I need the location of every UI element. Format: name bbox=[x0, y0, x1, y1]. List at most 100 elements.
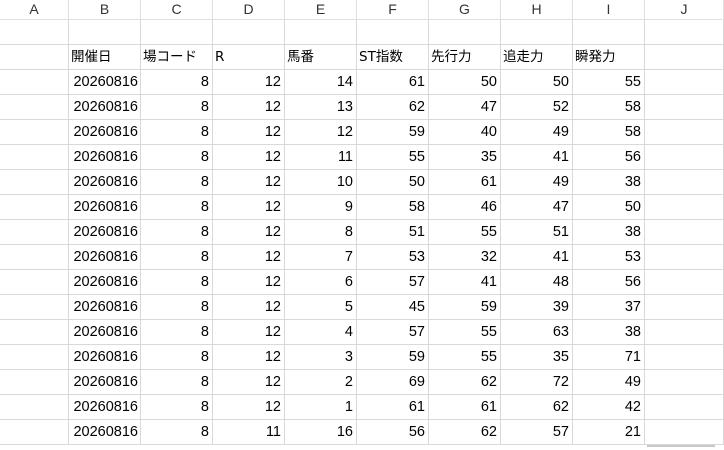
data-cell[interactable]: 38 bbox=[573, 320, 645, 345]
data-cell[interactable]: 57 bbox=[357, 320, 429, 345]
data-cell[interactable]: 47 bbox=[429, 95, 501, 120]
data-cell[interactable]: 11 bbox=[213, 420, 285, 445]
header-cell[interactable]: 先行力 bbox=[429, 45, 501, 70]
grid-cell[interactable] bbox=[0, 420, 69, 445]
data-cell[interactable]: 8 bbox=[141, 145, 213, 170]
data-cell[interactable]: 13 bbox=[285, 95, 357, 120]
data-cell[interactable]: 32 bbox=[429, 245, 501, 270]
grid-cell[interactable] bbox=[501, 20, 573, 45]
data-cell[interactable]: 20260816 bbox=[69, 70, 141, 95]
data-cell[interactable]: 56 bbox=[357, 420, 429, 445]
data-cell[interactable]: 61 bbox=[429, 170, 501, 195]
column-header-b[interactable]: B bbox=[69, 0, 141, 20]
data-cell[interactable]: 59 bbox=[357, 120, 429, 145]
grid-cell[interactable] bbox=[69, 20, 141, 45]
data-cell[interactable]: 72 bbox=[501, 370, 573, 395]
header-cell[interactable]: 開催日 bbox=[69, 45, 141, 70]
data-cell[interactable]: 20260816 bbox=[69, 220, 141, 245]
data-cell[interactable]: 20260816 bbox=[69, 120, 141, 145]
grid-cell[interactable] bbox=[645, 70, 724, 95]
data-cell[interactable]: 62 bbox=[429, 420, 501, 445]
data-cell[interactable]: 2 bbox=[285, 370, 357, 395]
data-cell[interactable]: 8 bbox=[141, 320, 213, 345]
data-cell[interactable]: 61 bbox=[357, 70, 429, 95]
grid-cell[interactable] bbox=[0, 245, 69, 270]
data-cell[interactable]: 20260816 bbox=[69, 195, 141, 220]
data-cell[interactable]: 20260816 bbox=[69, 170, 141, 195]
grid-cell[interactable] bbox=[0, 295, 69, 320]
data-cell[interactable]: 49 bbox=[501, 170, 573, 195]
header-cell[interactable]: ST指数 bbox=[357, 45, 429, 70]
data-cell[interactable]: 71 bbox=[573, 345, 645, 370]
data-cell[interactable]: 55 bbox=[429, 345, 501, 370]
data-cell[interactable]: 8 bbox=[141, 95, 213, 120]
data-cell[interactable]: 9 bbox=[285, 195, 357, 220]
grid-cell[interactable] bbox=[0, 70, 69, 95]
data-cell[interactable]: 48 bbox=[501, 270, 573, 295]
column-header-d[interactable]: D bbox=[213, 0, 285, 20]
grid-cell[interactable] bbox=[645, 120, 724, 145]
grid-cell[interactable] bbox=[645, 395, 724, 420]
data-cell[interactable]: 59 bbox=[429, 295, 501, 320]
column-header-i[interactable]: I bbox=[573, 0, 645, 20]
data-cell[interactable]: 58 bbox=[573, 95, 645, 120]
data-cell[interactable]: 35 bbox=[501, 345, 573, 370]
data-cell[interactable]: 58 bbox=[573, 120, 645, 145]
data-cell[interactable]: 20260816 bbox=[69, 245, 141, 270]
grid-cell[interactable] bbox=[645, 295, 724, 320]
data-cell[interactable]: 55 bbox=[429, 220, 501, 245]
data-cell[interactable]: 41 bbox=[429, 270, 501, 295]
data-cell[interactable]: 63 bbox=[501, 320, 573, 345]
data-cell[interactable]: 62 bbox=[357, 95, 429, 120]
data-cell[interactable]: 8 bbox=[141, 270, 213, 295]
data-cell[interactable]: 37 bbox=[573, 295, 645, 320]
data-cell[interactable]: 12 bbox=[213, 270, 285, 295]
data-cell[interactable]: 12 bbox=[213, 395, 285, 420]
data-cell[interactable]: 50 bbox=[429, 70, 501, 95]
data-cell[interactable]: 58 bbox=[357, 195, 429, 220]
header-cell[interactable]: 瞬発力 bbox=[573, 45, 645, 70]
data-cell[interactable]: 50 bbox=[501, 70, 573, 95]
grid-cell[interactable] bbox=[0, 195, 69, 220]
grid-cell[interactable] bbox=[645, 195, 724, 220]
grid-cell[interactable] bbox=[645, 95, 724, 120]
data-cell[interactable]: 1 bbox=[285, 395, 357, 420]
data-cell[interactable]: 20260816 bbox=[69, 270, 141, 295]
data-cell[interactable]: 55 bbox=[573, 70, 645, 95]
data-cell[interactable]: 12 bbox=[213, 120, 285, 145]
header-cell[interactable]: 追走力 bbox=[501, 45, 573, 70]
header-cell[interactable]: 場コード bbox=[141, 45, 213, 70]
grid-cell[interactable] bbox=[0, 170, 69, 195]
column-header-a[interactable]: A bbox=[0, 0, 69, 20]
data-cell[interactable]: 3 bbox=[285, 345, 357, 370]
data-cell[interactable]: 12 bbox=[213, 345, 285, 370]
grid-cell[interactable] bbox=[0, 220, 69, 245]
data-cell[interactable]: 53 bbox=[573, 245, 645, 270]
grid-cell[interactable] bbox=[0, 320, 69, 345]
data-cell[interactable]: 4 bbox=[285, 320, 357, 345]
data-cell[interactable]: 20260816 bbox=[69, 370, 141, 395]
data-cell[interactable]: 62 bbox=[501, 395, 573, 420]
data-cell[interactable]: 12 bbox=[213, 170, 285, 195]
grid-cell[interactable] bbox=[645, 370, 724, 395]
data-cell[interactable]: 12 bbox=[285, 120, 357, 145]
data-cell[interactable]: 20260816 bbox=[69, 145, 141, 170]
data-cell[interactable]: 11 bbox=[285, 145, 357, 170]
data-cell[interactable]: 62 bbox=[429, 370, 501, 395]
data-cell[interactable]: 8 bbox=[141, 370, 213, 395]
data-cell[interactable]: 20260816 bbox=[69, 345, 141, 370]
data-cell[interactable]: 20260816 bbox=[69, 395, 141, 420]
data-cell[interactable]: 8 bbox=[141, 120, 213, 145]
grid-cell[interactable] bbox=[0, 370, 69, 395]
data-cell[interactable]: 61 bbox=[429, 395, 501, 420]
data-cell[interactable]: 8 bbox=[141, 295, 213, 320]
data-cell[interactable]: 14 bbox=[285, 70, 357, 95]
data-cell[interactable]: 5 bbox=[285, 295, 357, 320]
grid-cell[interactable] bbox=[645, 320, 724, 345]
column-header-j[interactable]: J bbox=[645, 0, 724, 20]
data-cell[interactable]: 51 bbox=[501, 220, 573, 245]
grid-cell[interactable] bbox=[645, 20, 724, 45]
grid-cell[interactable] bbox=[0, 270, 69, 295]
grid-cell[interactable] bbox=[0, 120, 69, 145]
data-cell[interactable]: 59 bbox=[357, 345, 429, 370]
